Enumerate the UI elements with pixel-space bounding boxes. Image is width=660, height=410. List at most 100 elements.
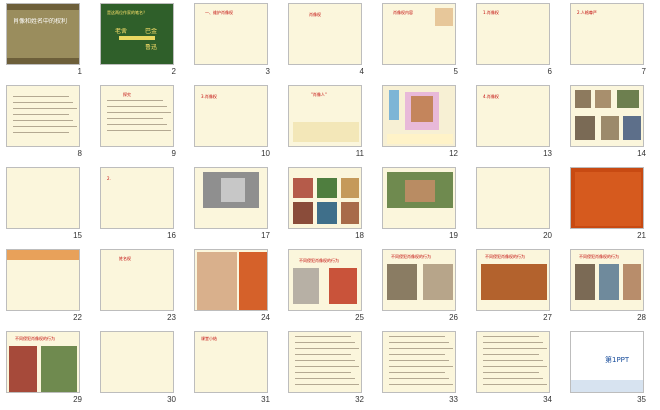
slide-preview bbox=[570, 167, 644, 229]
slide-image bbox=[389, 90, 399, 120]
slide-thumbnail-11[interactable]: "肖像人" 11 bbox=[282, 82, 370, 164]
slide-text: 肖像和姓名中的权利 bbox=[13, 18, 68, 25]
slide-thumbnail-7[interactable]: 2.人格尊严 7 bbox=[564, 0, 652, 82]
slide-text-line bbox=[13, 114, 69, 115]
slide-text-line bbox=[295, 336, 351, 337]
slide-thumbnail-18[interactable]: 18 bbox=[282, 164, 370, 246]
slide-text: 老舍 bbox=[115, 28, 128, 35]
slide-text-line bbox=[295, 354, 351, 355]
slide-text-line bbox=[107, 100, 163, 101]
slide-thumbnail-22[interactable]: 22 bbox=[0, 246, 88, 328]
slide-preview bbox=[288, 167, 362, 229]
slide-thumbnail-34[interactable]: 34 bbox=[470, 328, 558, 410]
slide-text-line bbox=[389, 384, 453, 385]
slide-thumbnail-13[interactable]: 4.肖像权 13 bbox=[470, 82, 558, 164]
slide-thumbnail-26[interactable]: 不同侵犯肖像权的行为 26 bbox=[376, 246, 464, 328]
slide-thumbnail-32[interactable]: 32 bbox=[282, 328, 370, 410]
slide-text-line bbox=[389, 378, 449, 379]
slide-image bbox=[329, 268, 357, 304]
slide-number: 35 bbox=[637, 395, 646, 404]
slide-number: 2 bbox=[171, 67, 176, 76]
slide-text: 肖像权内容 bbox=[393, 10, 413, 15]
slide-preview bbox=[382, 167, 456, 229]
slide-thumbnail-28[interactable]: 不同侵犯肖像权的行为 28 bbox=[564, 246, 652, 328]
slide-preview: 1.肖像权 bbox=[476, 3, 550, 65]
slide-text-line bbox=[295, 366, 359, 367]
slide-thumbnail-3[interactable]: 一、维护肖像权 3 bbox=[188, 0, 276, 82]
slide-image bbox=[571, 380, 643, 392]
slide-thumbnail-17[interactable]: 17 bbox=[188, 164, 276, 246]
slide-text: 课堂小结 bbox=[201, 336, 217, 341]
slide-number: 31 bbox=[261, 395, 270, 404]
slide-thumbnail-29[interactable]: 不同侵犯肖像权的行为 29 bbox=[0, 328, 88, 410]
slide-number: 30 bbox=[167, 395, 176, 404]
slide-thumbnail-27[interactable]: 不同侵犯肖像权的行为 27 bbox=[470, 246, 558, 328]
slide-preview bbox=[476, 167, 550, 229]
slide-image bbox=[317, 202, 337, 224]
slide-image bbox=[601, 116, 619, 140]
slide-thumbnail-8[interactable]: 8 bbox=[0, 82, 88, 164]
slide-number: 6 bbox=[547, 67, 552, 76]
slide-preview bbox=[6, 249, 80, 311]
slide-image bbox=[197, 252, 237, 310]
slide-number: 11 bbox=[355, 149, 364, 158]
slide-preview: 2. bbox=[100, 167, 174, 229]
slide-preview: 课堂小结 bbox=[194, 331, 268, 393]
slide-image bbox=[623, 264, 641, 300]
slide-thumbnail-25[interactable]: 不同侵犯肖像权的行为 25 bbox=[282, 246, 370, 328]
slide-thumbnail-16[interactable]: 2. 16 bbox=[94, 164, 182, 246]
slide-thumbnail-35[interactable]: 第1PPT 35 bbox=[564, 328, 652, 410]
slide-image bbox=[119, 36, 155, 40]
slide-number: 34 bbox=[543, 395, 552, 404]
slide-preview bbox=[100, 331, 174, 393]
slide-text-line bbox=[13, 120, 73, 121]
slide-thumbnail-1[interactable]: 肖像和姓名中的权利 1 bbox=[0, 0, 88, 82]
slide-text-line bbox=[389, 372, 445, 373]
slide-thumbnail-9[interactable]: 探究 9 bbox=[94, 82, 182, 164]
slide-preview: 一、维护肖像权 bbox=[194, 3, 268, 65]
slide-preview: 肖像权 bbox=[288, 3, 362, 65]
slide-thumbnail-2[interactable]: 是这两位作家的笔名？ 老舍 巴金 鲁迅 2 bbox=[94, 0, 182, 82]
slide-preview: 不同侵犯肖像权的行为 bbox=[476, 249, 550, 311]
slide-thumbnail-15[interactable]: 15 bbox=[0, 164, 88, 246]
slide-text-line bbox=[107, 118, 163, 119]
slide-number: 1 bbox=[77, 67, 82, 76]
slide-preview bbox=[194, 249, 268, 311]
slide-preview bbox=[6, 85, 80, 147]
slide-number: 10 bbox=[261, 149, 270, 158]
slide-text: 姓名权 bbox=[119, 256, 131, 261]
slide-image bbox=[7, 4, 79, 10]
slide-image bbox=[575, 116, 595, 140]
slide-thumbnail-20[interactable]: 20 bbox=[470, 164, 558, 246]
slide-thumbnail-30[interactable]: 30 bbox=[94, 328, 182, 410]
slide-image bbox=[405, 180, 435, 202]
slide-thumbnail-5[interactable]: 肖像权内容 5 bbox=[376, 0, 464, 82]
slide-text: 1.肖像权 bbox=[483, 10, 499, 15]
slide-thumbnail-10[interactable]: 3.肖像权 10 bbox=[188, 82, 276, 164]
slide-image bbox=[575, 264, 595, 300]
slide-thumbnail-31[interactable]: 课堂小结 31 bbox=[188, 328, 276, 410]
slide-thumbnail-23[interactable]: 姓名权 23 bbox=[94, 246, 182, 328]
slide-thumbnail-6[interactable]: 1.肖像权 6 bbox=[470, 0, 558, 82]
slide-thumbnail-21[interactable]: 21 bbox=[564, 164, 652, 246]
slide-text-line bbox=[483, 342, 543, 343]
slide-preview bbox=[476, 331, 550, 393]
slide-thumbnail-4[interactable]: 肖像权 4 bbox=[282, 0, 370, 82]
slide-image bbox=[9, 346, 37, 392]
slide-thumbnail-33[interactable]: 33 bbox=[376, 328, 464, 410]
slide-text-line bbox=[107, 112, 171, 113]
slide-text-line bbox=[295, 378, 355, 379]
slide-text-line bbox=[13, 96, 69, 97]
slide-thumbnail-24[interactable]: 24 bbox=[188, 246, 276, 328]
slide-text: 肖像权 bbox=[309, 12, 321, 17]
slide-text-line bbox=[13, 102, 73, 103]
slide-thumbnail-12[interactable]: 12 bbox=[376, 82, 464, 164]
slide-thumbnail-19[interactable]: 19 bbox=[376, 164, 464, 246]
slide-text-line bbox=[389, 354, 445, 355]
slide-preview: "肖像人" bbox=[288, 85, 362, 147]
slide-image bbox=[387, 134, 453, 144]
slide-text-line bbox=[107, 124, 167, 125]
slide-thumbnail-14[interactable]: 14 bbox=[564, 82, 652, 164]
slide-preview: 肖像权内容 bbox=[382, 3, 456, 65]
slide-preview: 不同侵犯肖像权的行为 bbox=[570, 249, 644, 311]
